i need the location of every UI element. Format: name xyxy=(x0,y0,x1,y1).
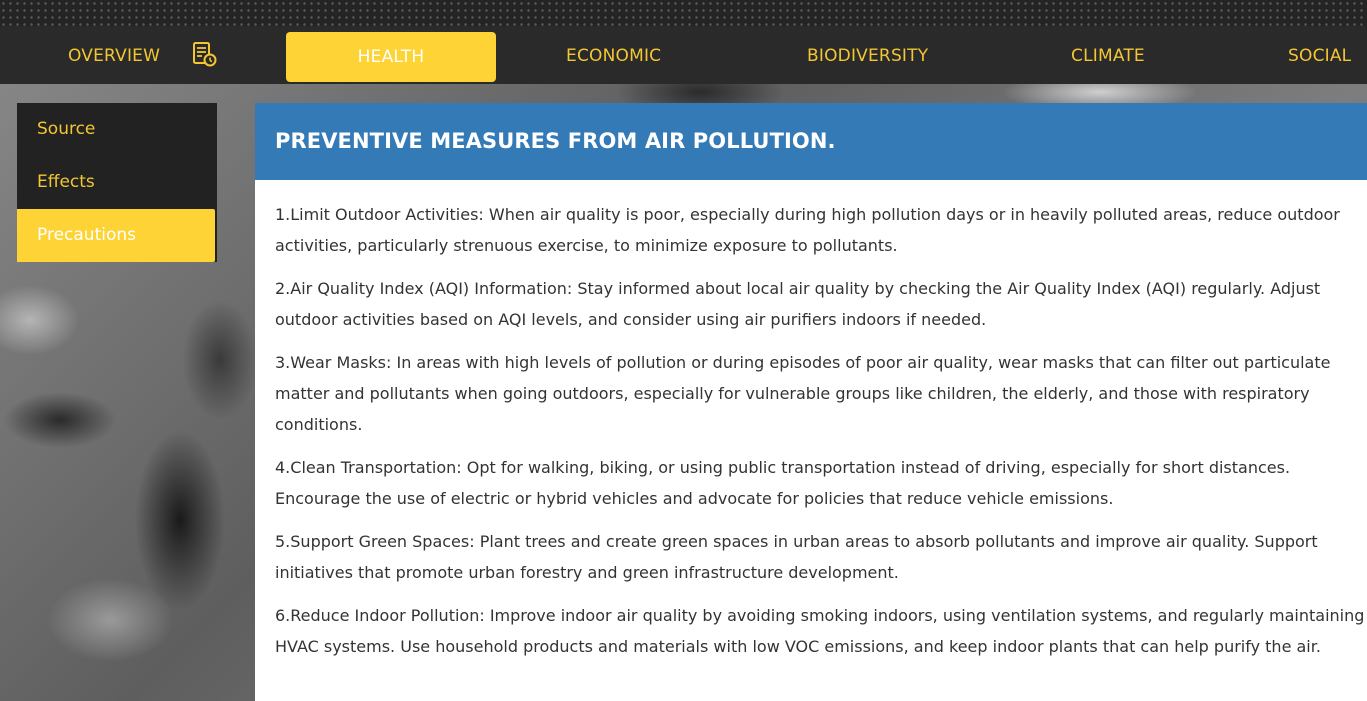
sidebar-item-effects[interactable]: Effects xyxy=(17,156,217,209)
nav-climate[interactable]: CLIMATE xyxy=(1071,26,1145,84)
precaution-paragraph: 2.Air Quality Index (AQI) Information: S… xyxy=(275,279,1321,329)
nav-social[interactable]: SOCIAL xyxy=(1288,26,1351,84)
report-icon[interactable] xyxy=(190,40,218,68)
nav-biodiversity[interactable]: BIODIVERSITY xyxy=(807,26,928,84)
precaution-paragraph: 5.Support Green Spaces: Plant trees and … xyxy=(275,532,1318,582)
page-title: PREVENTIVE MEASURES FROM AIR POLLUTION. xyxy=(255,103,1367,180)
precaution-paragraph: 1.Limit Outdoor Activities: When air qua… xyxy=(275,205,1340,255)
sidebar-item-source[interactable]: Source xyxy=(17,103,217,156)
precaution-paragraph: 3.Wear Masks: In areas with high levels … xyxy=(275,353,1331,434)
world-map-banner xyxy=(0,0,1367,26)
sidebar-item-precautions[interactable]: Precautions xyxy=(17,209,215,262)
nav-economic[interactable]: ECONOMIC xyxy=(566,26,661,84)
sidebar-menu: Source Effects Precautions xyxy=(17,103,217,262)
nav-overview[interactable]: OVERVIEW xyxy=(68,26,160,84)
content-panel: PREVENTIVE MEASURES FROM AIR POLLUTION. … xyxy=(255,103,1367,701)
precaution-paragraph: 4.Clean Transportation: Opt for walking,… xyxy=(275,458,1291,508)
nav-health[interactable]: HEALTH xyxy=(286,32,496,82)
top-navigation: OVERVIEW HEALTH ECONOMIC BIODIVERSITY CL… xyxy=(0,26,1367,84)
precaution-paragraph: 6.Reduce Indoor Pollution: Improve indoo… xyxy=(275,606,1365,656)
content-body: 1.Limit Outdoor Activities: When air qua… xyxy=(255,180,1367,662)
